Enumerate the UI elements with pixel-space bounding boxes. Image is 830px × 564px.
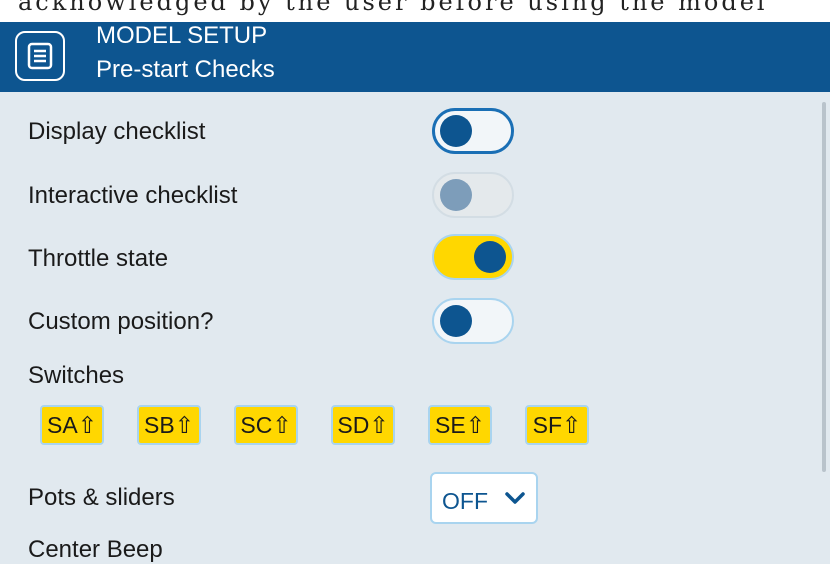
settings-panel: Display checklist Interactive checklist …: [0, 92, 830, 563]
toggle-knob: [440, 179, 472, 211]
pots-sliders-select[interactable]: OFF: [430, 472, 538, 524]
switches-label: Switches: [28, 362, 125, 389]
switch-chip-sb[interactable]: SB⇧: [137, 405, 201, 445]
custom-position-label: Custom position?: [28, 308, 214, 335]
display-checklist-label: Display checklist: [28, 118, 206, 145]
menu-list-icon: [27, 42, 53, 70]
select-value: OFF: [442, 488, 488, 514]
custom-position-toggle[interactable]: [432, 298, 514, 344]
switch-chip-sa[interactable]: SA⇧: [40, 405, 104, 445]
chevron-down-icon: [504, 490, 526, 511]
interactive-checklist-toggle: [432, 172, 514, 218]
display-checklist-toggle[interactable]: [432, 108, 514, 154]
switch-chip-sd[interactable]: SD⇧: [331, 405, 395, 445]
switch-chip-sf[interactable]: SF⇧: [525, 405, 589, 445]
toggle-knob: [474, 241, 506, 273]
switch-chip-sc[interactable]: SC⇧: [234, 405, 298, 445]
background-text-strip: acknowledged by the user before using th…: [0, 0, 830, 22]
scrollbar[interactable]: [822, 102, 826, 472]
interactive-checklist-label: Interactive checklist: [28, 182, 238, 209]
switch-chip-se[interactable]: SE⇧: [428, 405, 492, 445]
pots-sliders-label: Pots & sliders: [28, 484, 175, 511]
toggle-knob: [440, 305, 472, 337]
page-title: MODEL SETUP: [96, 22, 268, 49]
page-subtitle: Pre-start Checks: [96, 56, 275, 83]
background-text: acknowledged by the user before using th…: [18, 0, 768, 16]
center-beep-label: Center Beep: [28, 536, 163, 563]
menu-button[interactable]: [15, 31, 65, 81]
throttle-state-label: Throttle state: [28, 245, 169, 272]
throttle-state-toggle[interactable]: [432, 234, 514, 280]
header-bar: MODEL SETUP Pre-start Checks: [0, 22, 830, 92]
toggle-knob: [440, 115, 472, 147]
